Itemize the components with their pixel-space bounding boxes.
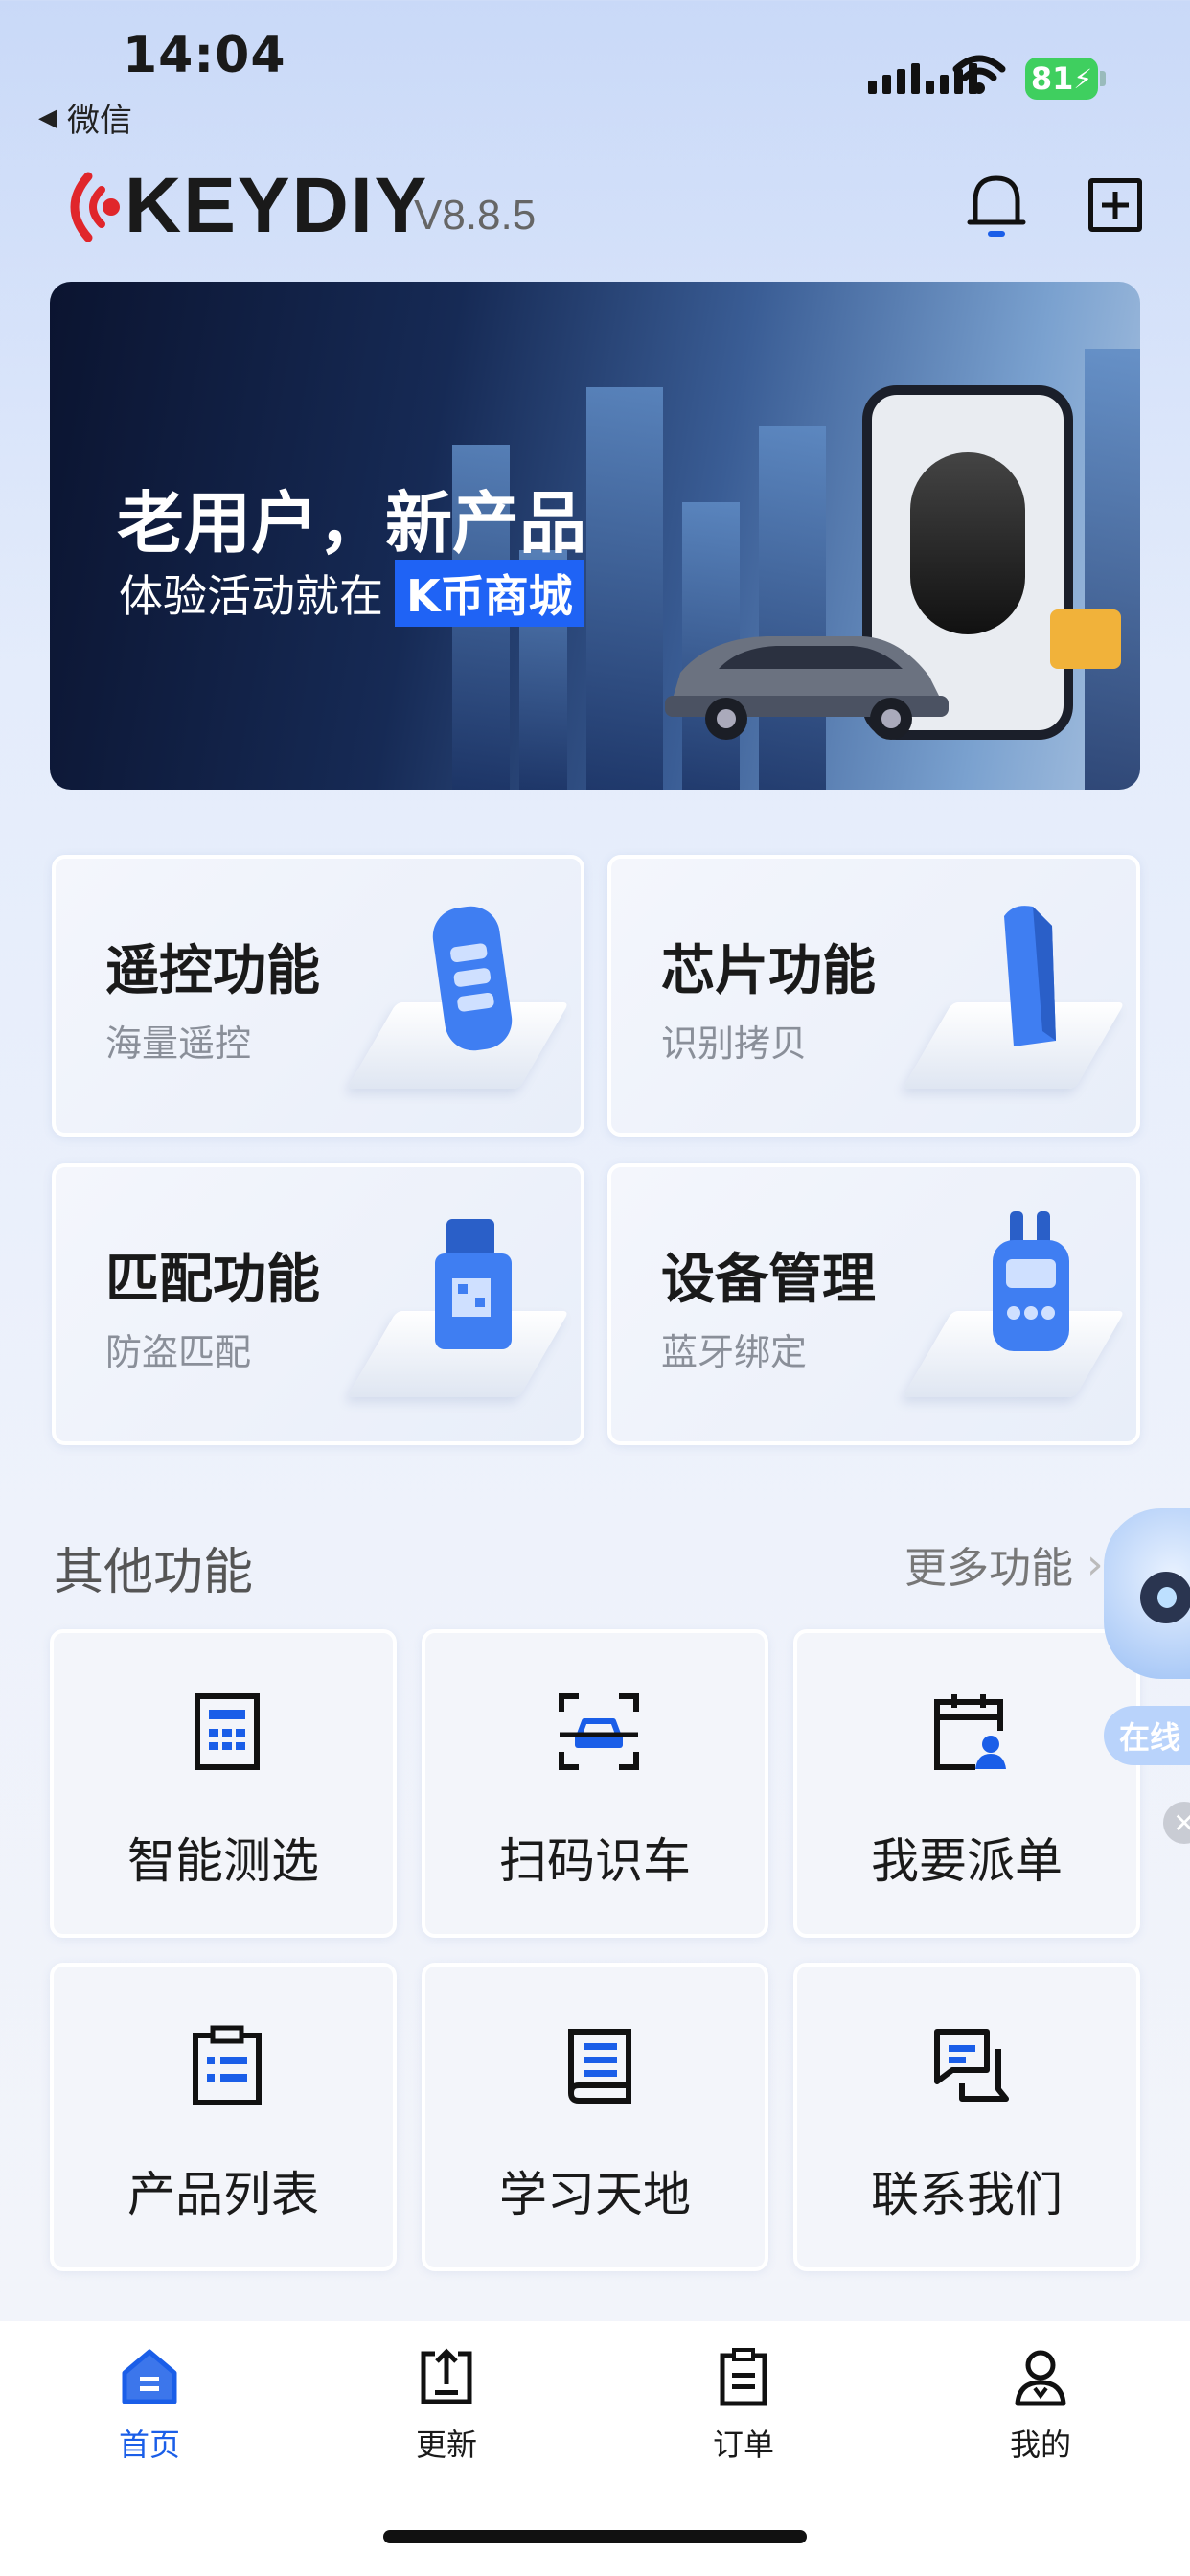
grid-item-smart-select[interactable]: 智能测选 bbox=[50, 1629, 397, 1938]
tab-label: 首页 bbox=[118, 2426, 180, 2463]
tab-order[interactable]: 订单 bbox=[657, 2346, 830, 2465]
feature-card-chip[interactable]: 芯片功能 识别拷贝 bbox=[607, 855, 1140, 1137]
brand-name: KEYDIY bbox=[125, 162, 429, 249]
scan-car-icon bbox=[559, 1693, 639, 1770]
robot-eye-icon bbox=[1157, 1587, 1177, 1608]
battery-level: 81 bbox=[1030, 60, 1074, 97]
tab-update[interactable]: 更新 bbox=[360, 2346, 533, 2465]
banner-title: 老用户，新产品 bbox=[117, 484, 586, 563]
banner-car-image bbox=[652, 619, 958, 744]
feature-subtitle: 防盗匹配 bbox=[105, 1331, 252, 1373]
grid-item-label: 学习天地 bbox=[499, 2167, 691, 2222]
home-indicator[interactable] bbox=[383, 2530, 807, 2543]
update-icon bbox=[421, 2348, 472, 2404]
obd-connector-icon bbox=[420, 1206, 525, 1372]
chat-icon bbox=[934, 2029, 1009, 2102]
order-icon bbox=[720, 2348, 767, 2406]
home-icon bbox=[122, 2349, 177, 2404]
tab-label: 更新 bbox=[415, 2426, 477, 2463]
feature-title: 遥控功能 bbox=[105, 940, 320, 1002]
back-to-app-link[interactable]: ◀ 微信 bbox=[38, 94, 132, 141]
notification-bell-icon[interactable] bbox=[966, 169, 1027, 245]
feature-card-remote[interactable]: 遥控功能 海量遥控 bbox=[52, 855, 584, 1137]
banner-highlight: K币商城 bbox=[395, 560, 584, 627]
more-functions-link[interactable]: 更多功能 › bbox=[904, 1533, 1104, 1595]
plus-icon bbox=[1102, 192, 1129, 218]
device-icon bbox=[975, 1206, 1081, 1372]
feature-title: 芯片功能 bbox=[661, 940, 876, 1002]
wifi-icon bbox=[952, 54, 1006, 100]
grid-item-label: 我要派单 bbox=[871, 1833, 1063, 1889]
tab-label: 我的 bbox=[1009, 2426, 1071, 2463]
grid-item-contact[interactable]: 联系我们 bbox=[793, 1963, 1140, 2271]
feature-title: 设备管理 bbox=[661, 1249, 876, 1311]
grid-item-label: 联系我们 bbox=[871, 2167, 1063, 2222]
tab-profile[interactable]: 我的 bbox=[954, 2346, 1127, 2465]
battery-tip bbox=[1100, 71, 1106, 86]
assistant-online-badge[interactable]: 在线 bbox=[1104, 1706, 1190, 1765]
banner-subtitle: 体验活动就在 K币商城 bbox=[119, 560, 584, 627]
dispatch-calendar-icon bbox=[934, 1694, 1006, 1770]
keydiy-logo-icon bbox=[59, 171, 121, 247]
close-icon[interactable]: ✕ bbox=[1163, 1802, 1190, 1844]
grid-item-product-list[interactable]: 产品列表 bbox=[50, 1963, 397, 2271]
grid-item-learning[interactable]: 学习天地 bbox=[422, 1963, 768, 2271]
feature-card-device[interactable]: 设备管理 蓝牙绑定 bbox=[607, 1163, 1140, 1445]
more-functions-label: 更多功能 bbox=[904, 1544, 1073, 1593]
book-icon bbox=[567, 2029, 631, 2104]
tab-home[interactable]: 首页 bbox=[63, 2346, 236, 2465]
status-time: 14:04 bbox=[123, 27, 286, 84]
back-triangle-icon: ◀ bbox=[38, 103, 57, 132]
remote-key-icon bbox=[420, 897, 525, 1064]
chevron-right-icon: › bbox=[1087, 1539, 1104, 1589]
feature-subtitle: 蓝牙绑定 bbox=[661, 1331, 808, 1373]
phone-car-graphic bbox=[910, 452, 1025, 634]
banner-building bbox=[1085, 349, 1140, 790]
grid-item-dispatch[interactable]: 我要派单 bbox=[793, 1629, 1140, 1938]
section-title-other: 其他功能 bbox=[54, 1544, 254, 1601]
battery-icon: 81 ⚡ bbox=[1025, 58, 1098, 100]
back-app-label: 微信 bbox=[67, 102, 132, 140]
banner-subtitle-text: 体验活动就在 bbox=[119, 570, 383, 622]
promo-banner[interactable]: 老用户，新产品 体验活动就在 K币商城 bbox=[50, 282, 1140, 790]
chip-icon bbox=[975, 897, 1081, 1064]
gift-box-image bbox=[1050, 610, 1121, 669]
grid-item-label: 扫码识车 bbox=[499, 1833, 691, 1889]
tab-label: 订单 bbox=[712, 2426, 774, 2463]
grid-item-label: 智能测选 bbox=[127, 1833, 319, 1889]
clipboard-list-icon bbox=[193, 2025, 262, 2105]
grid-item-scan-car[interactable]: 扫码识车 bbox=[422, 1629, 768, 1938]
feature-subtitle: 识别拷贝 bbox=[661, 1023, 808, 1065]
profile-icon bbox=[1015, 2350, 1066, 2406]
feature-subtitle: 海量遥控 bbox=[105, 1023, 252, 1065]
feature-card-match[interactable]: 匹配功能 防盗匹配 bbox=[52, 1163, 584, 1445]
app-version: V8.8.5 bbox=[414, 192, 537, 239]
calculator-icon bbox=[195, 1693, 260, 1770]
feature-title: 匹配功能 bbox=[105, 1249, 320, 1311]
add-button[interactable] bbox=[1088, 178, 1142, 232]
grid-item-label: 产品列表 bbox=[127, 2167, 319, 2222]
